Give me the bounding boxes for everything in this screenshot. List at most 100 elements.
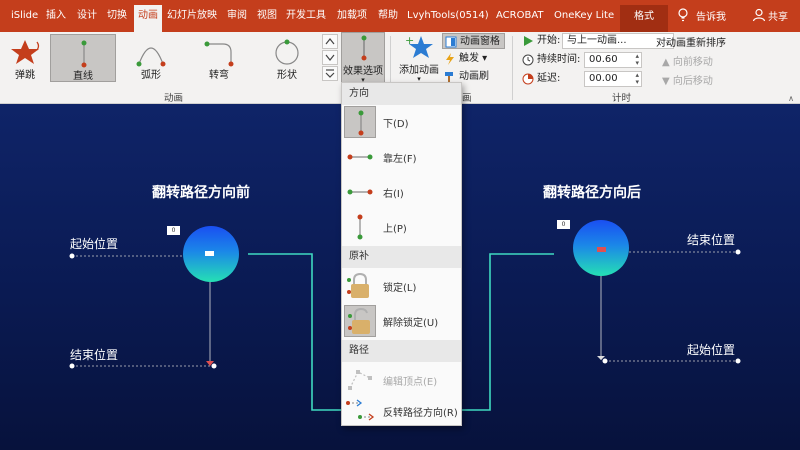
direction-section-header: 方向 <box>342 83 461 105</box>
menu-item-icon-box <box>344 106 376 138</box>
right-slide-title[interactable]: 翻转路径方向后 <box>543 182 641 202</box>
share-button[interactable]: 共享 <box>768 8 788 23</box>
animation-shape-label: 形状 <box>277 70 297 81</box>
left-slide-title[interactable]: 翻转路径方向前 <box>152 182 250 202</box>
menu-item-icon-box <box>344 176 376 208</box>
tab-review[interactable]: 审阅 <box>227 8 247 24</box>
chevron-up-icon <box>325 38 335 45</box>
left-start-label[interactable]: 起始位置 <box>70 235 118 252</box>
duration-spinner[interactable]: 00.60 ▴ ▾ <box>584 52 642 68</box>
menu-item-unlock[interactable]: 解除锁定(U) <box>342 304 461 338</box>
menu-item-right[interactable]: 右(I) <box>342 175 461 209</box>
svg-text:+: + <box>405 34 414 47</box>
clock-icon <box>522 54 534 66</box>
guide-handle[interactable] <box>735 249 741 255</box>
path-up-icon <box>357 214 363 240</box>
tab-slideshow[interactable]: 幻灯片放映 <box>167 8 217 24</box>
gallery-more-icon <box>325 69 335 78</box>
start-select-value: 与上一动画... <box>567 35 627 46</box>
tab-transitions[interactable]: 切换 <box>107 8 127 24</box>
tab-view[interactable]: 视图 <box>257 8 277 24</box>
unlock-icon <box>348 307 370 334</box>
user-icon <box>752 8 766 22</box>
tab-islide[interactable]: iSlide <box>11 8 38 24</box>
move-later-button[interactable]: ▼ 向后移动 <box>662 72 713 87</box>
effect-options-menu: 方向 下(D) 靠左(F) 右(I) 上(P) 原补 锁定(L) 解除锁定(U)… <box>341 82 462 426</box>
animation-pane-button[interactable]: 动画窗格 <box>442 33 505 49</box>
tab-developer[interactable]: 开发工具 <box>286 8 326 24</box>
add-animation-star-icon: + <box>405 34 433 58</box>
menu-item-left[interactable]: 靠左(F) <box>342 140 461 174</box>
lightbulb-icon <box>678 8 688 22</box>
menu-item-edit-points[interactable]: 编辑顶点(E) <box>342 363 461 397</box>
collapse-ribbon-icon[interactable]: ∧ <box>788 94 794 103</box>
gallery-expand[interactable] <box>322 66 338 81</box>
path-left-icon <box>347 154 373 160</box>
tab-format[interactable]: 格式 <box>620 5 668 32</box>
menu-item-icon-box <box>344 141 376 173</box>
animation-shape[interactable]: 形状 <box>254 34 320 82</box>
spinner-arrows-icon[interactable]: ▴ ▾ <box>635 53 639 67</box>
guide-handle[interactable] <box>69 253 75 259</box>
menu-item-lock[interactable]: 锁定(L) <box>342 269 461 303</box>
spinner-arrows-icon[interactable]: ▴ ▾ <box>635 72 639 86</box>
menu-item-icon-box <box>344 364 376 396</box>
menu-item-left-label: 靠左(F) <box>383 154 417 165</box>
left-end-label[interactable]: 结束位置 <box>70 346 118 363</box>
tab-help[interactable]: 帮助 <box>378 8 398 24</box>
menu-item-edit-points-label: 编辑顶点(E) <box>383 377 438 388</box>
menu-item-reverse-path[interactable]: 反转路径方向(R) <box>342 394 461 428</box>
menu-item-reverse-path-label: 反转路径方向(R) <box>383 408 458 419</box>
animation-arc-label: 弧形 <box>141 70 161 81</box>
animation-order-tag: 0 <box>167 226 180 235</box>
reverse-path-icon <box>346 399 375 421</box>
gallery-scroll-up[interactable] <box>322 34 338 49</box>
animation-gallery: 弹跳 直线 弧形 转弯 形状 <box>0 32 340 88</box>
menu-item-down-label: 下(D) <box>383 119 409 130</box>
line-path-icon <box>81 40 87 68</box>
timing-group-label: 计时 <box>612 93 632 104</box>
lightning-icon <box>446 53 454 65</box>
menu-item-icon-box <box>344 305 376 337</box>
bounce-star-icon <box>11 40 40 64</box>
group-divider <box>512 36 513 100</box>
menu-bar: iSlide 插入 设计 切换 动画 幻灯片放映 审阅 视图 开发工具 加载项 … <box>0 0 800 32</box>
delay-value: 00.00 <box>589 73 618 84</box>
tab-lvyhtools[interactable]: LvyhTools(0514) <box>407 8 489 24</box>
animation-painter-label: 动画刷 <box>459 71 489 82</box>
menu-item-icon-box <box>344 270 376 302</box>
tab-animations[interactable]: 动画 <box>134 5 162 32</box>
tab-onekey-lite[interactable]: OneKey Lite <box>554 8 614 24</box>
guide-handle[interactable] <box>602 358 608 364</box>
tab-acrobat[interactable]: ACROBAT <box>496 8 544 24</box>
path-end-marker <box>597 247 606 252</box>
animation-line[interactable]: 直线 <box>50 34 116 82</box>
menu-item-icon-box <box>344 211 376 243</box>
guide-handle[interactable] <box>69 363 75 369</box>
animation-pane-icon <box>445 36 457 48</box>
move-earlier-button[interactable]: ▲ 向前移动 <box>662 53 713 68</box>
lock-icon <box>347 272 369 298</box>
menu-item-lock-label: 锁定(L) <box>383 283 417 294</box>
dropdown-caret-icon: ▾ <box>479 53 488 64</box>
delay-spinner[interactable]: 00.00 ▴ ▾ <box>584 71 642 87</box>
tab-insert[interactable]: 插入 <box>46 8 66 24</box>
tell-me-field[interactable]: 告诉我 <box>696 8 726 23</box>
advanced-animation-group-label: 画 <box>462 93 472 104</box>
animation-turn[interactable]: 转弯 <box>186 34 252 82</box>
guide-handle[interactable] <box>735 358 741 364</box>
animation-group-label: 动画 <box>164 93 184 104</box>
guide-handle[interactable] <box>211 363 217 369</box>
reorder-animation-title: 对动画重新排序 <box>656 38 726 49</box>
right-end-label[interactable]: 结束位置 <box>687 231 735 248</box>
menu-item-down[interactable]: 下(D) <box>342 105 461 139</box>
right-start-label[interactable]: 起始位置 <box>687 341 735 358</box>
menu-item-up[interactable]: 上(P) <box>342 210 461 244</box>
path-start-marker <box>205 251 214 256</box>
tab-addins[interactable]: 加载项 <box>337 8 367 24</box>
trigger-button[interactable]: 触发 ▾ <box>442 51 487 67</box>
gallery-scroll-down[interactable] <box>322 50 338 65</box>
shape-path-icon <box>275 39 299 65</box>
tab-design[interactable]: 设计 <box>77 8 97 24</box>
animation-arc[interactable]: 弧形 <box>118 34 184 82</box>
